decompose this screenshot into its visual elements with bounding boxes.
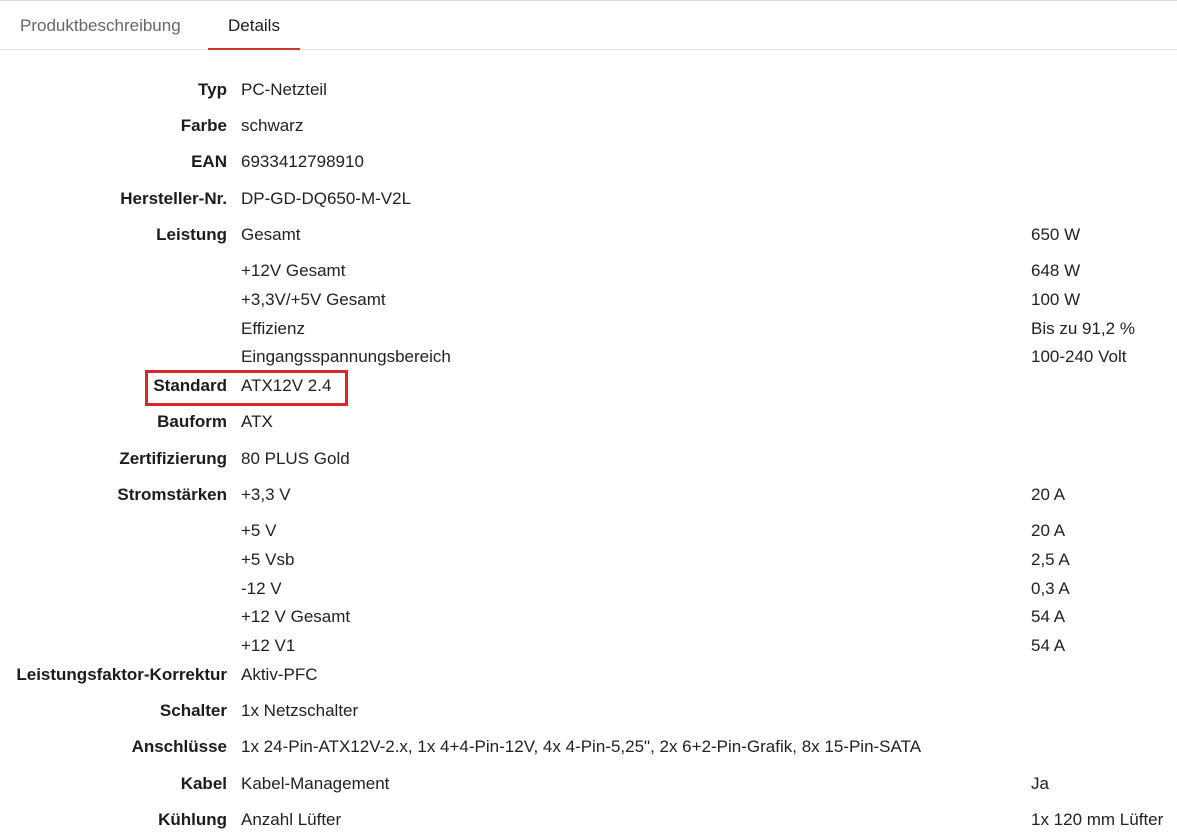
detail-subvalue: 650 W [1031,225,1081,244]
detail-value: 1x Netzschalter [241,701,359,720]
detail-label: Leistungsfaktor-Korrektur [16,665,227,684]
tab-label: Produktbeschreibung [20,16,181,35]
detail-label: Bauform [157,412,227,431]
detail-label: Typ [198,80,227,99]
detail-row-zertifizierung: Zertifizierung 80 PLUS Gold [0,444,1177,473]
detail-subrow: +5 Vsb 2,5 A [0,545,1177,574]
detail-subvalue: 20 A [1031,521,1066,540]
detail-subvalue: Bis zu 91,2 % [1031,319,1135,338]
detail-row-farbe: Farbe schwarz [0,111,1177,140]
detail-subkey: Effizienz [241,319,305,338]
detail-row-stromstaerken: Stromstärken +3,3 V 20 A [0,480,1177,509]
detail-subkey: Gesamt [241,225,301,244]
detail-row-kuehlung: Kühlung Anzahl Lüfter 1x 120 mm Lüfter [0,805,1177,834]
detail-subkey: Kabel-Management [241,774,390,793]
detail-subkey: +12V Gesamt [241,261,346,280]
detail-row-leistungsfaktor-korrektur: Leistungsfaktor-Korrektur Aktiv-PFC [0,660,1177,689]
detail-subkey: +12 V1 [241,636,296,655]
detail-subkey: +12 V Gesamt [241,607,351,626]
detail-value: PC-Netzteil [241,80,327,99]
detail-subrow: +5 V 20 A [0,516,1177,545]
detail-subvalue: 100-240 Volt [1031,347,1127,366]
detail-value: Aktiv-PFC [241,665,318,684]
detail-subrow: +12 V Gesamt 54 A [0,602,1177,631]
tab-produktbeschreibung[interactable]: Produktbeschreibung [0,1,201,49]
detail-subkey: -12 V [241,579,282,598]
detail-subrow: Eingangsspannungsbereich 100-240 Volt [0,342,1177,371]
detail-label: Leistung [156,225,227,244]
detail-label: Stromstärken [117,485,227,504]
detail-subkey: +5 Vsb [241,550,295,569]
detail-label: Anschlüsse [131,737,227,756]
detail-subrow: +12 V1 54 A [0,631,1177,660]
detail-subvalue: 20 A [1031,485,1066,504]
detail-subkey: Eingangsspannungsbereich [241,347,451,366]
detail-subrow: -12 V 0,3 A [0,574,1177,603]
detail-subrow: +3,3V/+5V Gesamt 100 W [0,285,1177,314]
detail-subvalue: 0,3 A [1031,579,1070,598]
standard-highlight-box [145,370,348,406]
detail-value: ATX [241,412,273,431]
detail-subkey: +5 V [241,521,277,540]
detail-subvalue: 648 W [1031,261,1081,280]
detail-label: Hersteller-Nr. [120,189,227,208]
detail-value: DP-GD-DQ650-M-V2L [241,189,412,208]
detail-label: Farbe [180,116,227,135]
detail-subvalue: 100 W [1031,290,1081,309]
detail-subrow: Effizienz Bis zu 91,2 % [0,314,1177,343]
tab-bar: Produktbeschreibung Details [0,1,1177,50]
detail-row-schalter: Schalter 1x Netzschalter [0,696,1177,725]
detail-label: Kabel [180,774,227,793]
detail-subrow: +12V Gesamt 648 W [0,256,1177,285]
detail-subvalue: 2,5 A [1031,550,1070,569]
detail-subkey: Anzahl Lüfter [241,810,342,829]
detail-label: Zertifizierung [119,449,227,468]
active-tab-indicator [208,48,300,50]
tab-details[interactable]: Details [208,1,300,50]
detail-label: EAN [191,152,227,171]
detail-subkey: +3,3V/+5V Gesamt [241,290,386,309]
detail-row-typ: Typ PC-Netzteil [0,75,1177,104]
detail-label: Kühlung [158,810,227,829]
detail-subkey: +3,3 V [241,485,291,504]
detail-row-hersteller-nr: Hersteller-Nr. DP-GD-DQ650-M-V2L [0,184,1177,213]
detail-subvalue: 54 A [1031,636,1066,655]
detail-value: 80 PLUS Gold [241,449,350,468]
detail-subvalue: Ja [1031,774,1049,793]
detail-row-kabel: Kabel Kabel-Management Ja [0,769,1177,798]
detail-value: 6933412798910 [241,152,364,171]
detail-value: schwarz [241,116,304,135]
detail-row-anschluesse: Anschlüsse 1x 24-Pin-ATX12V-2.x, 1x 4+4-… [0,732,1177,761]
detail-subvalue: 1x 120 mm Lüfter [1031,810,1164,829]
detail-subvalue: 54 A [1031,607,1066,626]
tab-label: Details [228,16,280,35]
detail-row-leistung: Leistung Gesamt 650 W [0,220,1177,249]
detail-value: 1x 24-Pin-ATX12V-2.x, 1x 4+4-Pin-12V, 4x… [241,737,922,756]
detail-row-ean: EAN 6933412798910 [0,147,1177,176]
detail-label: Schalter [159,701,227,720]
detail-row-bauform: Bauform ATX [0,407,1177,436]
